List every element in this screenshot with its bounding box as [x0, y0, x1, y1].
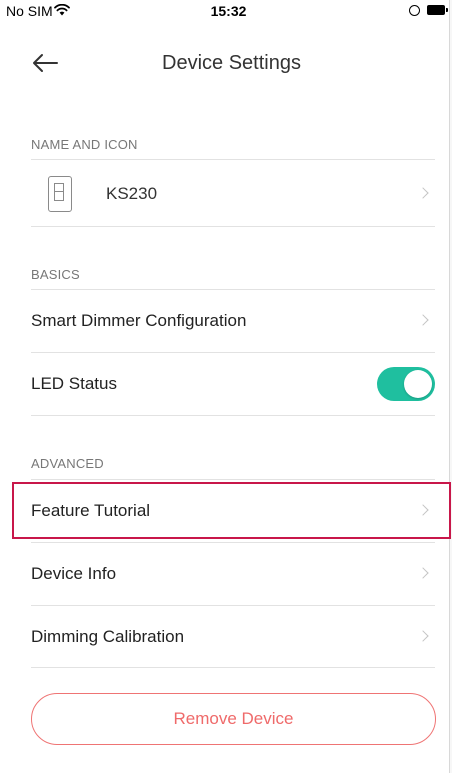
row-label: Device Info	[31, 564, 117, 583]
feature-tutorial-row[interactable]: Feature Tutorial	[31, 480, 435, 542]
status-time: 15:32	[210, 3, 247, 19]
phone-screen: No SIM 15:32 Device Settings NAME AND IC…	[0, 0, 450, 773]
section-label-advanced: ADVANCED	[31, 456, 104, 471]
chevron-right-icon	[417, 314, 429, 326]
chevron-right-icon	[417, 187, 429, 199]
divider	[31, 159, 435, 160]
row-label: LED Status	[31, 374, 117, 393]
device-info-row[interactable]: Device Info	[31, 543, 435, 605]
rotation-lock-icon	[409, 5, 420, 16]
device-name-row[interactable]: KS230	[31, 163, 435, 225]
led-status-row: LED Status	[31, 353, 435, 415]
row-label: Dimming Calibration	[31, 627, 185, 646]
dimming-calibration-row[interactable]: Dimming Calibration	[31, 606, 435, 668]
page-title: Device Settings	[162, 52, 301, 74]
chevron-right-icon	[417, 567, 429, 579]
row-label: Smart Dimmer Configuration	[31, 311, 247, 330]
section-label-basics: BASICS	[31, 267, 80, 282]
divider	[31, 226, 435, 227]
row-label: Feature Tutorial	[31, 501, 151, 520]
divider	[31, 667, 435, 668]
chevron-right-icon	[417, 630, 429, 642]
remove-device-button[interactable]: Remove Device	[31, 693, 436, 745]
light-switch-icon	[48, 176, 72, 212]
status-bar: No SIM 15:32	[0, 0, 449, 22]
led-status-toggle[interactable]	[377, 367, 435, 401]
chevron-right-icon	[417, 504, 429, 516]
toggle-knob	[404, 370, 432, 398]
divider	[31, 415, 435, 416]
battery-icon	[427, 5, 448, 15]
smart-dimmer-configuration-row[interactable]: Smart Dimmer Configuration	[31, 290, 435, 352]
section-label-name-and-icon: NAME AND ICON	[31, 137, 138, 152]
device-name-label: KS230	[106, 184, 158, 203]
